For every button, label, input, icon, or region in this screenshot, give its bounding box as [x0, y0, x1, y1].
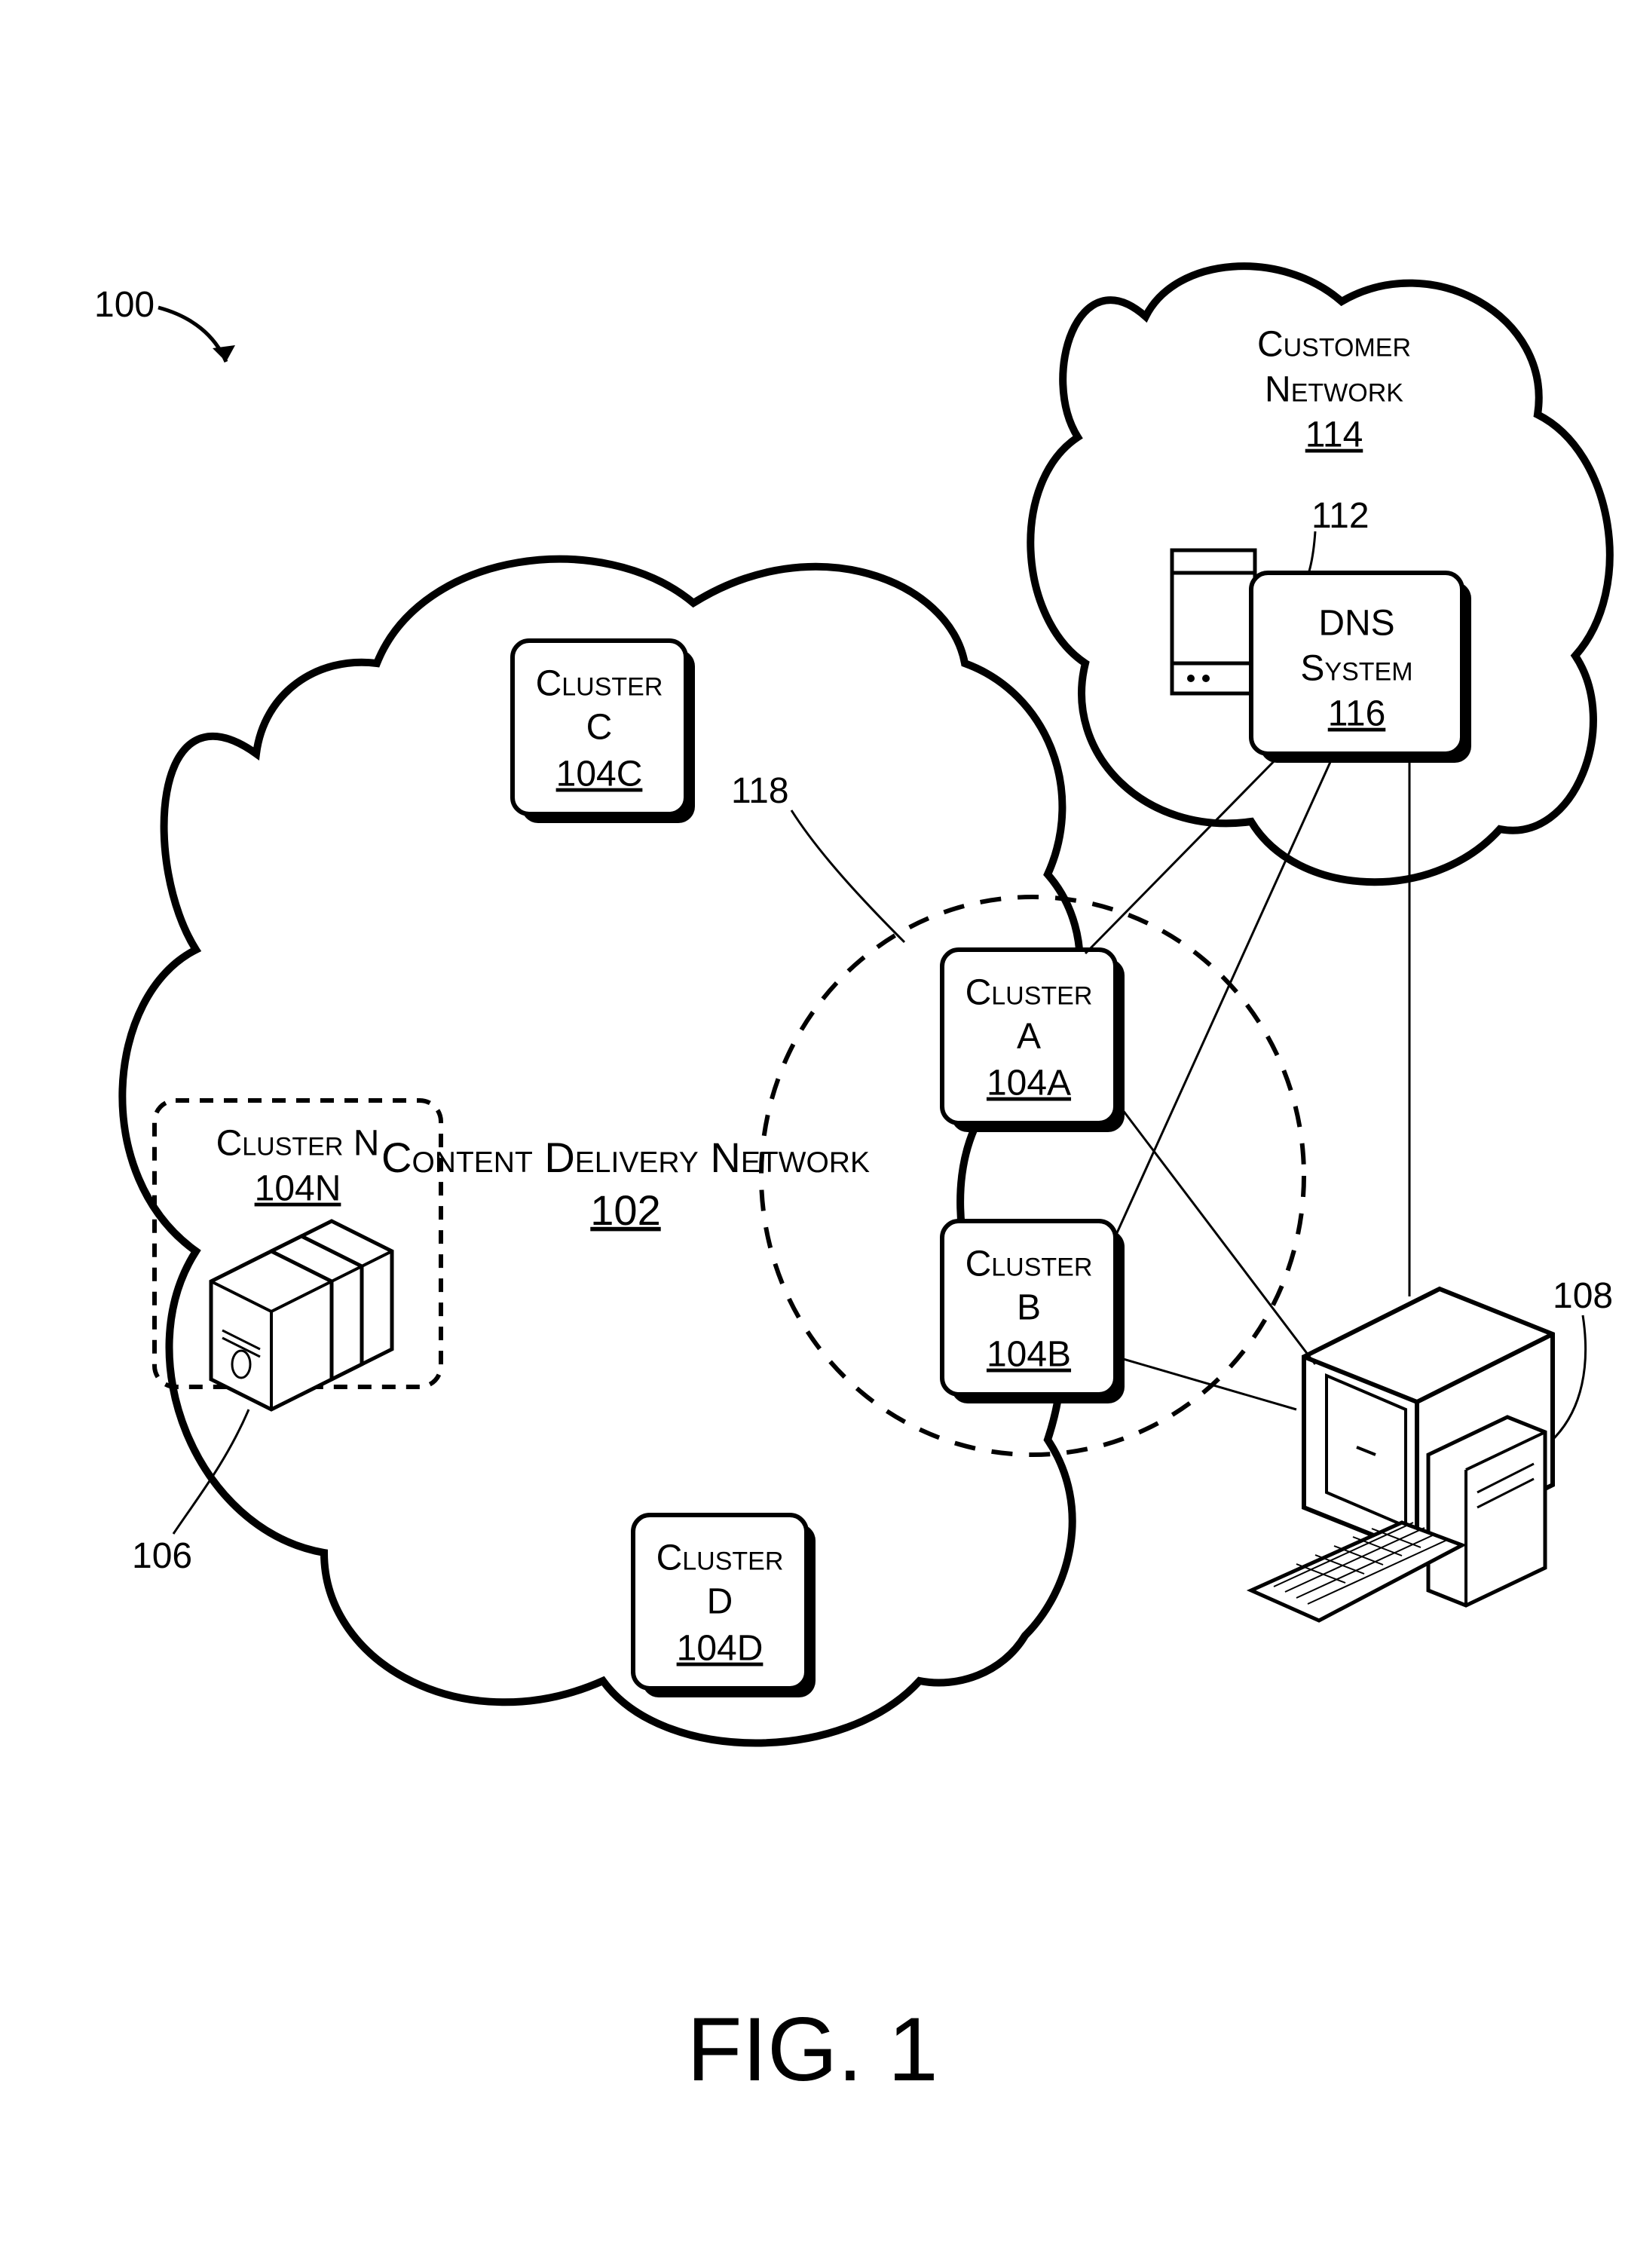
servers-icon: [211, 1221, 392, 1409]
svg-text:Cluster: Cluster: [966, 973, 1093, 1013]
svg-text:A: A: [1017, 1017, 1041, 1057]
svg-text:Cluster: Cluster: [656, 1538, 784, 1578]
virtual-cluster-ref: 118: [731, 771, 789, 811]
svg-text:104D: 104D: [677, 1629, 764, 1669]
dns-ref: 116: [1328, 694, 1386, 734]
svg-text:Cluster N: Cluster N: [216, 1124, 380, 1164]
svg-text:Cluster: Cluster: [966, 1244, 1093, 1284]
svg-text:Cluster: Cluster: [536, 664, 663, 704]
svg-text:D: D: [707, 1582, 733, 1622]
cluster-a-box: Cluster A 104A: [942, 950, 1125, 1132]
origin-server-icon: [1172, 550, 1255, 693]
customer-network-l2: Network: [1265, 370, 1403, 410]
servers-ref: 106: [132, 1536, 192, 1576]
svg-text:104C: 104C: [556, 754, 643, 794]
cluster-d-box: Cluster D 104D: [633, 1515, 816, 1697]
figure-label: FIG. 1: [687, 1999, 938, 2100]
patent-diagram: Content Delivery Network 102 Customer Ne…: [0, 0, 1625, 2268]
connections: [1085, 754, 1409, 1409]
cluster-c-box: Cluster C 104C: [513, 641, 695, 823]
svg-text:104B: 104B: [987, 1335, 1071, 1375]
dns-system-box: DNS System 116: [1251, 573, 1471, 763]
cdn-ref: 102: [590, 1186, 660, 1234]
cluster-b-box: Cluster B 104B: [942, 1221, 1125, 1403]
svg-text:100: 100: [94, 285, 155, 325]
overall-ref: 100: [94, 285, 235, 362]
svg-text:104N: 104N: [255, 1169, 341, 1209]
svg-text:B: B: [1017, 1288, 1041, 1328]
customer-network-ref: 114: [1305, 415, 1363, 455]
svg-text:104A: 104A: [987, 1064, 1071, 1103]
cdn-title-line1: Content Delivery Network: [381, 1134, 870, 1181]
svg-text:C: C: [586, 708, 613, 748]
dns-l2: System: [1300, 649, 1412, 689]
origin-server-ref: 112: [1311, 496, 1369, 536]
dns-l1: DNS: [1318, 604, 1394, 644]
customer-network-l1: Customer: [1257, 325, 1411, 365]
client-ref: 108: [1553, 1276, 1613, 1316]
